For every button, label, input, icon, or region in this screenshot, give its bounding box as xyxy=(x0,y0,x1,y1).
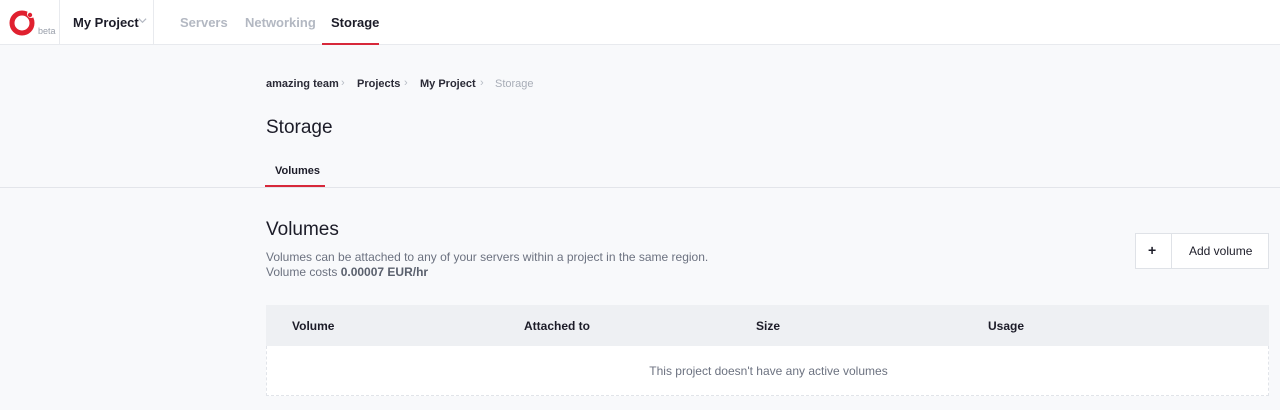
column-attached-to[interactable]: Attached to xyxy=(524,319,590,333)
section-description: Volumes can be attached to any of your s… xyxy=(266,250,709,264)
beta-badge: beta xyxy=(38,26,56,36)
breadcrumb-current: Storage xyxy=(495,78,534,90)
project-name: My Project xyxy=(73,15,139,30)
chevron-right-icon: › xyxy=(404,77,408,89)
chevron-right-icon: › xyxy=(480,77,484,89)
tab-servers[interactable]: Servers xyxy=(180,15,228,30)
volumes-table-header: Volume Attached to Size Usage xyxy=(266,305,1269,346)
volume-cost-value: 0.00007 EUR/hr xyxy=(340,265,429,279)
add-volume-label: Add volume xyxy=(1189,244,1253,258)
breadcrumb-team[interactable]: amazing team xyxy=(266,78,339,90)
column-size[interactable]: Size xyxy=(756,319,780,333)
add-volume-button[interactable]: + Add volume xyxy=(1135,233,1269,269)
breadcrumb-project[interactable]: My Project xyxy=(420,78,476,90)
tab-networking[interactable]: Networking xyxy=(245,15,316,30)
top-bar: beta My Project Servers Networking Stora… xyxy=(0,0,1280,45)
plus-icon: + xyxy=(1136,234,1172,268)
volumes-table-body: This project doesn't have any active vol… xyxy=(266,346,1269,396)
chevron-right-icon: › xyxy=(341,77,345,89)
volume-cost: Volume costs 0.00007 EUR/hr xyxy=(266,265,428,279)
column-usage[interactable]: Usage xyxy=(988,319,1024,333)
project-switcher[interactable]: My Project xyxy=(60,0,154,45)
divider xyxy=(0,187,1280,188)
tab-storage[interactable]: Storage xyxy=(331,15,379,30)
breadcrumb-projects[interactable]: Projects xyxy=(357,78,400,90)
empty-state-message: This project doesn't have any active vol… xyxy=(649,364,888,378)
section-title: Volumes xyxy=(266,219,339,240)
subtab-volumes[interactable]: Volumes xyxy=(275,165,320,177)
volume-cost-prefix: Volume costs xyxy=(266,265,341,279)
logo[interactable]: beta xyxy=(0,0,60,45)
column-volume[interactable]: Volume xyxy=(292,319,334,333)
chevron-down-icon xyxy=(138,18,147,24)
page-title: Storage xyxy=(266,117,333,138)
logo-icon xyxy=(9,10,35,36)
active-tab-indicator xyxy=(322,43,379,45)
